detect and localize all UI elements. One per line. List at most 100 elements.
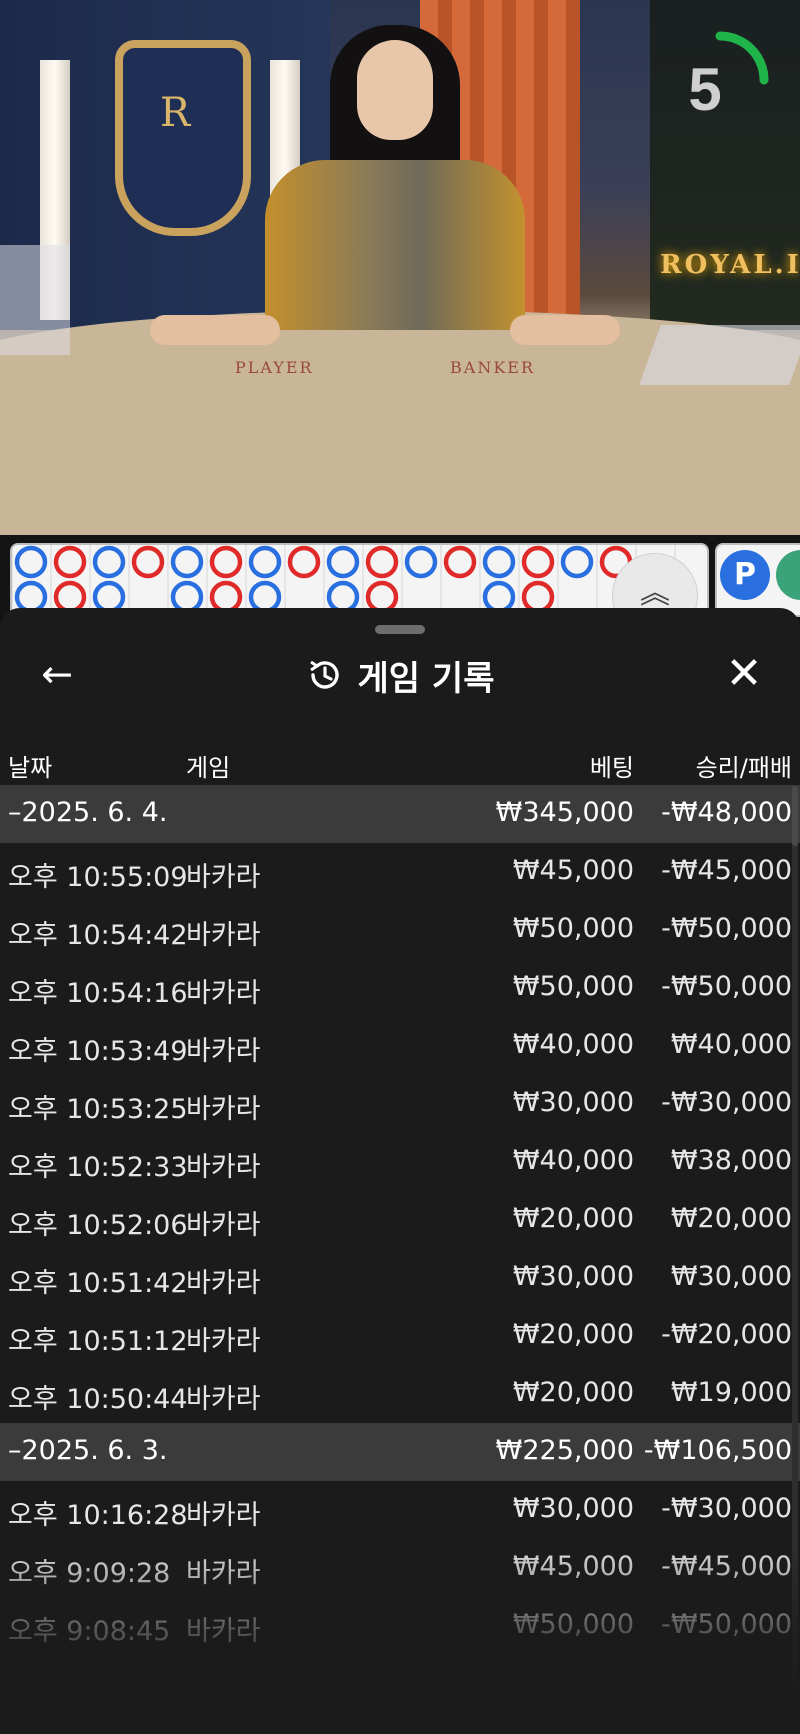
history-row[interactable]: 오후 10:51:42 바카라 ₩30,000 ₩30,000	[0, 1249, 800, 1307]
date-group-header[interactable]: –2025. 6. 3. ₩225,000 -₩106,500	[0, 1423, 800, 1481]
row-result: ₩19,000	[670, 1377, 792, 1408]
row-time: 오후 10:51:42	[8, 1268, 188, 1299]
player-bead	[326, 580, 360, 614]
banker-bead	[209, 545, 243, 579]
row-result: -₩30,000	[661, 1493, 792, 1524]
row-game: 바카라	[186, 1616, 261, 1647]
banker-bead	[365, 545, 399, 579]
card-shoe	[0, 245, 70, 355]
column-headers: 날짜 게임 베팅 승리/패배	[0, 740, 800, 790]
history-list[interactable]: –2025. 6. 4. ₩345,000 -₩48,000 오후 10:55:09 바…	[0, 785, 800, 1655]
dealer-arm	[150, 315, 280, 345]
dealer-arm	[510, 315, 620, 345]
crest-letter: R	[159, 90, 191, 136]
bead-roadmap[interactable]	[10, 543, 709, 617]
date-group-header[interactable]: –2025. 6. 4. ₩345,000 -₩48,000	[0, 785, 800, 843]
row-game: 바카라	[186, 1094, 261, 1125]
row-game: 바카라	[186, 1326, 261, 1357]
history-row[interactable]: 오후 10:50:44 바카라 ₩20,000 ₩19,000	[0, 1365, 800, 1423]
row-bet: ₩45,000	[512, 855, 634, 886]
row-result: -₩50,000	[661, 1609, 792, 1640]
close-icon[interactable]: ✕	[720, 650, 768, 698]
row-bet: ₩50,000	[512, 1609, 634, 1640]
group-result-total: -₩106,500	[643, 1435, 792, 1466]
history-icon	[309, 660, 339, 689]
player-bead	[482, 545, 516, 579]
row-result: ₩38,000	[670, 1145, 792, 1176]
table-banker-label: BANKER	[450, 358, 535, 377]
row-time: 오후 10:55:09	[8, 862, 188, 893]
row-time: 오후 9:08:45	[8, 1616, 171, 1647]
player-bead	[248, 580, 282, 614]
card-discard-tray	[639, 325, 800, 385]
sheet-header: 게임 기록	[0, 650, 800, 700]
group-date: –2025. 6. 3.	[8, 1435, 168, 1466]
row-result: -₩50,000	[661, 913, 792, 944]
col-game: 게임	[186, 754, 231, 782]
scrollbar-track[interactable]	[792, 786, 798, 1686]
player-bead	[404, 545, 438, 579]
history-row[interactable]: 오후 10:54:42 바카라 ₩50,000 -₩50,000	[0, 901, 800, 959]
royal-sign: ROYAL.I	[660, 250, 800, 280]
history-row[interactable]: 오후 10:51:12 바카라 ₩20,000 -₩20,000	[0, 1307, 800, 1365]
row-time: 오후 9:09:28	[8, 1558, 171, 1589]
group-result-total: -₩48,000	[661, 797, 792, 828]
row-game: 바카라	[186, 1152, 261, 1183]
live-video-feed[interactable]: R ROYAL.I PLAYER BANKER 5	[0, 0, 800, 535]
game-history-sheet: ← 게임 기록 ✕ 날짜 게임 베팅 승리/패배 –2025. 6. 4. ₩34…	[0, 608, 800, 1734]
player-bead	[92, 545, 126, 579]
row-bet: ₩50,000	[512, 971, 634, 1002]
group-bet-total: ₩345,000	[495, 797, 634, 828]
table-player-label: PLAYER	[235, 358, 314, 377]
history-row[interactable]: 오후 10:52:33 바카라 ₩40,000 ₩38,000	[0, 1133, 800, 1191]
col-result: 승리/패배	[695, 754, 792, 782]
row-time: 오후 10:50:44	[8, 1384, 188, 1415]
row-result: ₩30,000	[670, 1261, 792, 1292]
history-row[interactable]: 오후 10:54:16 바카라 ₩50,000 -₩50,000	[0, 959, 800, 1017]
player-bead	[170, 580, 204, 614]
history-row[interactable]: 오후 10:55:09 바카라 ₩45,000 -₩45,000	[0, 843, 800, 901]
history-row[interactable]: 오후 9:09:28 바카라 ₩45,000 -₩45,000	[0, 1539, 800, 1597]
banker-bead	[131, 545, 165, 579]
row-bet: ₩30,000	[512, 1261, 634, 1292]
row-time: 오후 10:54:42	[8, 920, 188, 951]
row-result: ₩40,000	[670, 1029, 792, 1060]
row-bet: ₩20,000	[512, 1203, 634, 1234]
history-row[interactable]: 오후 9:08:45 바카라 ₩50,000 -₩50,000	[0, 1597, 800, 1655]
player-bead	[326, 545, 360, 579]
row-result: -₩50,000	[661, 971, 792, 1002]
player-bead	[482, 580, 516, 614]
row-game: 바카라	[186, 978, 261, 1009]
col-bet: 베팅	[589, 754, 634, 782]
row-bet: ₩40,000	[512, 1145, 634, 1176]
row-game: 바카라	[186, 1384, 261, 1415]
row-game: 바카라	[186, 1558, 261, 1589]
group-date: –2025. 6. 4.	[8, 797, 168, 828]
dealer-face	[357, 40, 433, 140]
player-bead	[170, 545, 204, 579]
player-badge[interactable]: P	[720, 550, 770, 600]
dealer-body	[265, 160, 525, 330]
banker-bead	[287, 545, 321, 579]
row-bet: ₩30,000	[512, 1087, 634, 1118]
player-bead	[14, 580, 48, 614]
drag-handle[interactable]	[375, 625, 425, 634]
row-bet: ₩20,000	[512, 1377, 634, 1408]
row-result: ₩20,000	[670, 1203, 792, 1234]
history-row[interactable]: 오후 10:53:49 바카라 ₩40,000 ₩40,000	[0, 1017, 800, 1075]
row-time: 오후 10:54:16	[8, 978, 188, 1009]
history-row[interactable]: 오후 10:53:25 바카라 ₩30,000 -₩30,000	[0, 1075, 800, 1133]
history-row[interactable]: 오후 10:52:06 바카라 ₩20,000 ₩20,000	[0, 1191, 800, 1249]
scrollbar-thumb[interactable]	[792, 786, 798, 846]
row-result: -₩20,000	[661, 1319, 792, 1350]
countdown-timer: 5	[688, 56, 722, 123]
banker-bead	[521, 580, 555, 614]
row-time: 오후 10:16:28	[8, 1500, 188, 1531]
banker-bead	[443, 545, 477, 579]
row-time: 오후 10:53:25	[8, 1094, 188, 1125]
roadmap-grid	[12, 545, 676, 615]
history-row[interactable]: 오후 10:16:28 바카라 ₩30,000 -₩30,000	[0, 1481, 800, 1539]
col-date: 날짜	[8, 754, 53, 782]
row-game: 바카라	[186, 1210, 261, 1241]
player-bead	[92, 580, 126, 614]
